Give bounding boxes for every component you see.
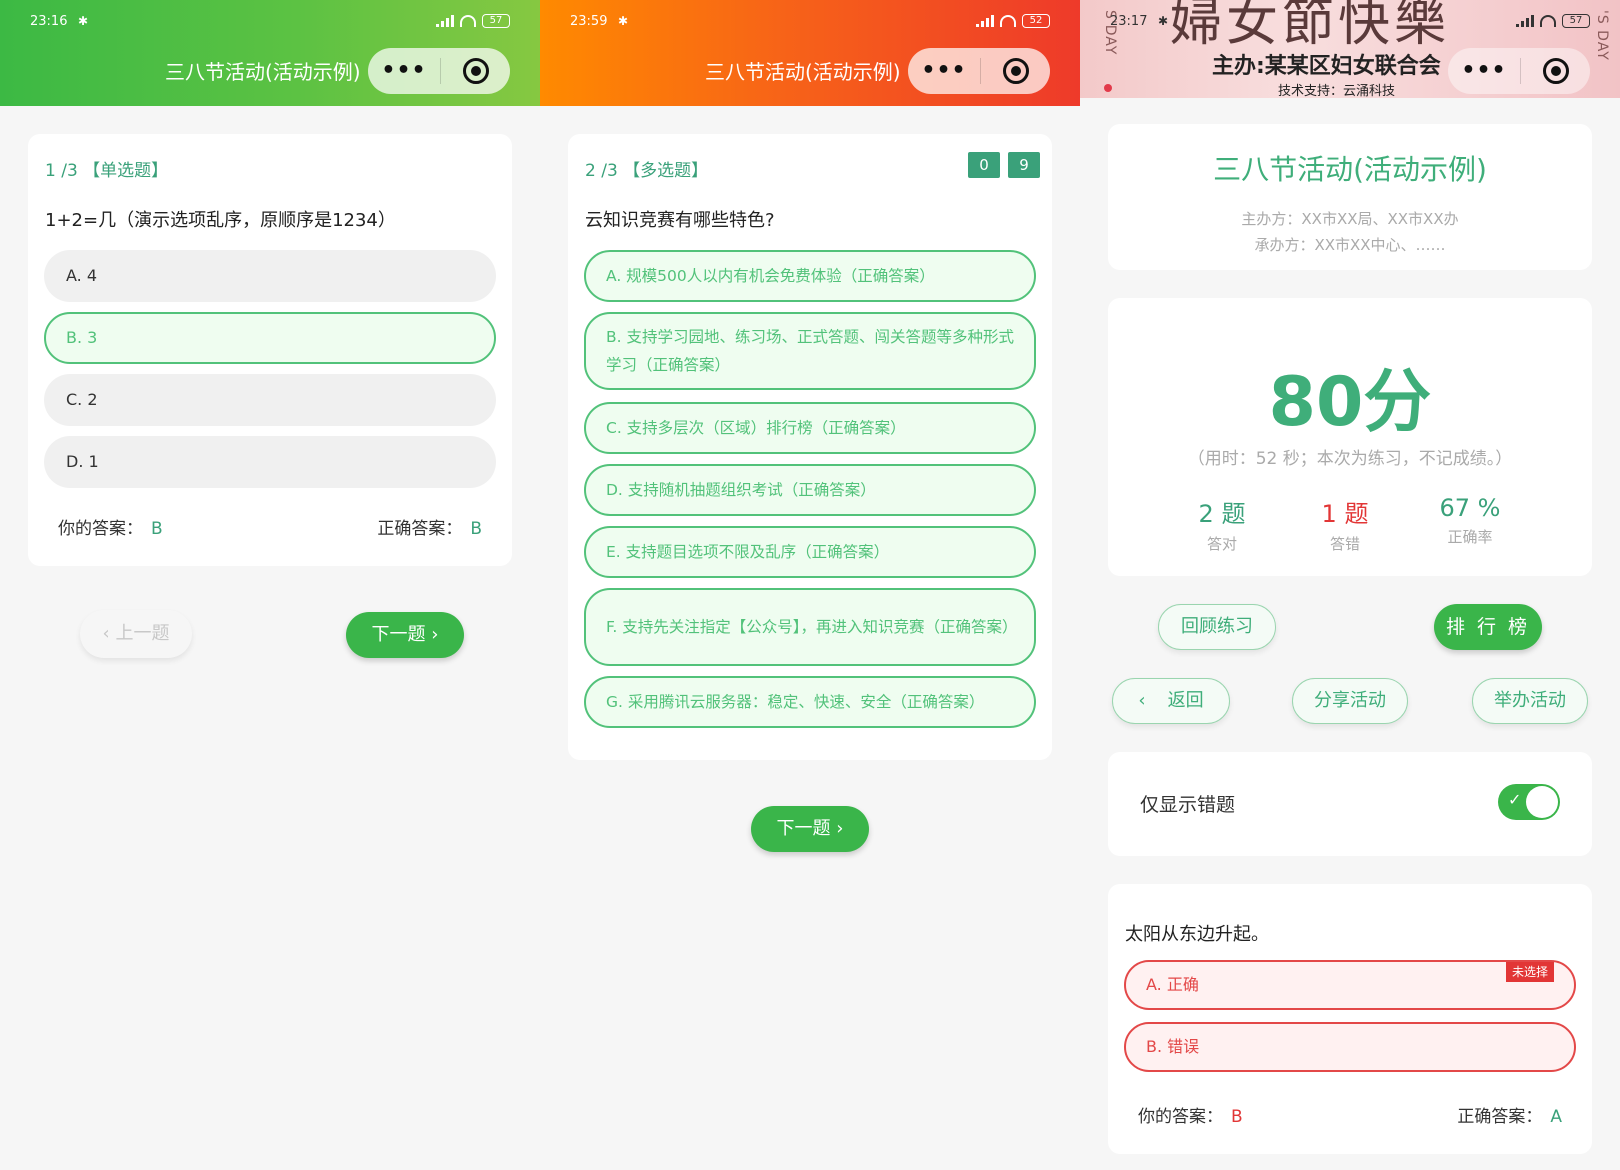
battery-icon: 57 [482,14,510,28]
close-target-icon[interactable] [463,58,489,84]
prev-question-button[interactable]: ‹ 上一题 [80,610,192,658]
counter-badge-b: 9 [1008,152,1040,178]
stat-wrong: 1 题 答错 [1321,500,1369,553]
option-a[interactable]: A. 规模500人以内有机会免费体验（正确答案） [584,250,1036,302]
banner-tech-support: 技术支持：云涌科技 [1278,84,1396,98]
option-e[interactable]: E. 支持题目选项不限及乱序（正确答案） [584,526,1036,578]
option-b-selected[interactable]: B. 3 [44,312,496,364]
timing-text: （用时：52 秒；本次为练习，不记成绩。） [1187,449,1513,469]
activity-title: 三八节活动(活动示例) [1213,153,1487,186]
chevron-left-icon: ‹ [102,623,110,644]
unselected-badge: 未选择 [1505,962,1554,982]
organizer-text: 承办方：XX市XX中心、…… [1254,236,1446,254]
correct-answer-label: 正确答案： [1457,1107,1543,1127]
more-icon[interactable]: ••• [368,48,440,94]
host-activity-button[interactable]: 举办活动 [1472,678,1588,724]
option-a[interactable]: A. 正确 未选择 [1124,960,1576,1010]
bluetooth-icon: ✱ [78,14,89,28]
bluetooth-icon: ✱ [618,14,629,28]
question-card: 1 /3 【单选题】 1+2=几（演示选项乱序，原顺序是1234） A. 4 B… [28,134,512,566]
status-time: 23:16 [30,14,68,29]
share-activity-button[interactable]: 分享活动 [1292,678,1408,724]
screen-multi-choice: 23:59 ✱ 52 三八节活动(活动示例) ••• 2 /3 【多选题】 0 … [540,0,1080,1170]
battery-icon: 52 [1022,14,1050,28]
option-a[interactable]: A. 4 [44,250,496,302]
chevron-right-icon: › [431,624,439,645]
score-card: 80分 （用时：52 秒；本次为练习，不记成绩。） 2 题 答对 1 题 答错 … [1108,298,1592,576]
question-text: 太阳从东边升起。 [1125,924,1269,945]
score-value: 80分 [1268,363,1432,442]
banner: 婦女節快樂 S'DAY 'S DAY 23:17 ✱ 57 主办:某某区妇女联合… [1080,0,1620,98]
status-bar: 23:16 ✱ 57 [30,12,510,34]
question-number: 1 /3 【单选题】 [45,161,169,181]
stat-correct: 2 题 答对 [1198,500,1246,553]
status-bar: 23:17 ✱ 57 [1110,12,1590,34]
battery-icon: 57 [1562,14,1590,28]
nav-bar: 23:16 ✱ 57 三八节活动(活动示例) ••• [0,0,540,106]
ranking-button[interactable]: 排 行 榜 [1434,604,1542,650]
status-bar: 23:59 ✱ 52 [570,12,1050,34]
question-card: 2 /3 【多选题】 0 9 云知识竞赛有哪些特色? A. 规模500人以内有机… [568,134,1052,760]
bluetooth-icon: ✱ [1158,14,1169,28]
next-question-button[interactable]: 下一题 › [751,806,869,852]
signal-icon [436,15,454,27]
screen-single-choice: 23:16 ✱ 57 三八节活动(活动示例) ••• 1 /3 【单选题】 1+… [0,0,540,1170]
chevron-left-icon: ‹ [1138,690,1146,711]
option-c[interactable]: C. 2 [44,374,496,426]
correct-answer-label: 正确答案： [377,519,463,539]
question-number: 2 /3 【多选题】 [585,161,709,181]
back-button[interactable]: ‹ 返回 [1112,678,1230,724]
wifi-icon [1000,15,1016,27]
banner-organizer: 主办:某某区妇女联合会 [1212,54,1441,79]
option-c[interactable]: C. 支持多层次（区域）排行榜（正确答案） [584,402,1036,454]
close-target-icon[interactable] [1543,58,1569,84]
option-d[interactable]: D. 1 [44,436,496,488]
only-wrong-toggle[interactable]: ✓ [1498,784,1560,820]
option-d[interactable]: D. 支持随机抽题组织考试（正确答案） [584,464,1036,516]
mini-program-capsule: ••• [1448,48,1590,94]
signal-icon [976,15,994,27]
more-icon[interactable]: ••• [1448,48,1520,94]
only-wrong-label: 仅显示错题 [1140,794,1236,816]
host-text: 主办方：XX市XX局、XX市XX办 [1241,210,1459,228]
review-practice-button[interactable]: 回顾练习 [1158,604,1276,650]
next-question-button[interactable]: 下一题 › [346,612,464,658]
your-answer-value: B [151,519,163,539]
nav-title: 三八节活动(活动示例) [165,60,361,84]
chevron-right-icon: › [836,818,844,839]
question-text: 1+2=几（演示选项乱序，原顺序是1234） [45,210,396,231]
correct-answer-value: B [470,519,482,539]
more-icon[interactable]: ••• [908,48,980,94]
mini-program-capsule: ••• [368,48,510,94]
your-answer-value: B [1231,1107,1243,1127]
mini-program-capsule: ••• [908,48,1050,94]
wifi-icon [1540,15,1556,27]
your-answer-label: 你的答案： [58,519,143,539]
signal-icon [1516,15,1534,27]
filter-card: 仅显示错题 ✓ [1108,752,1592,856]
screen-result: 婦女節快樂 S'DAY 'S DAY 23:17 ✱ 57 主办:某某区妇女联合… [1080,0,1620,1170]
correct-answer-value: A [1550,1107,1562,1127]
option-g[interactable]: G. 采用腾讯云服务器：稳定、快速、安全（正确答案） [584,676,1036,728]
close-target-icon[interactable] [1003,58,1029,84]
status-time: 23:59 [570,14,608,29]
activity-info-card: 三八节活动(活动示例) 主办方：XX市XX局、XX市XX办 承办方：XX市XX中… [1108,124,1592,270]
stat-accuracy: 67 % 正确率 [1439,494,1501,546]
nav-title: 三八节活动(活动示例) [705,60,901,84]
option-b[interactable]: B. 错误 [1124,1022,1576,1072]
option-f[interactable]: F. 支持先关注指定【公众号】，再进入知识竞赛（正确答案） [584,588,1036,666]
option-b[interactable]: B. 支持学习园地、练习场、正式答题、闯关答题等多种形式学习（正确答案） [584,312,1036,390]
counter-badge-a: 0 [968,152,1000,178]
wrong-question-card: 太阳从东边升起。 A. 正确 未选择 B. 错误 你的答案： B 正确答案： A [1108,884,1592,1154]
banner-vertical-text-right: 'S DAY [1594,10,1610,61]
your-answer-label: 你的答案： [1138,1107,1223,1127]
check-icon: ✓ [1508,790,1522,809]
wifi-icon [460,15,476,27]
nav-bar: 23:59 ✱ 52 三八节活动(活动示例) ••• [540,0,1080,106]
status-time: 23:17 [1110,14,1148,29]
decorative-dot [1104,84,1112,92]
question-text: 云知识竞赛有哪些特色? [585,210,775,231]
